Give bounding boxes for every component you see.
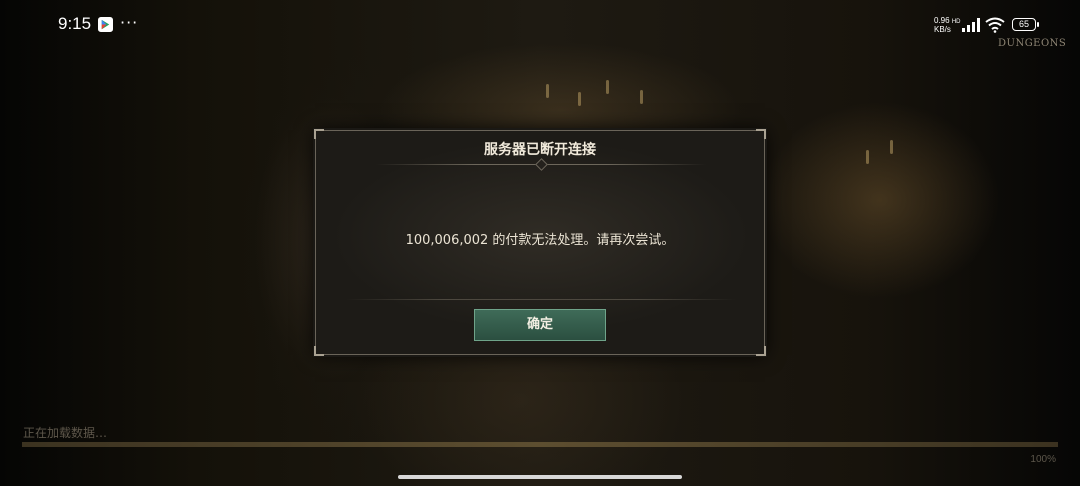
corner-ornament: [314, 346, 324, 356]
dialog-message: 100,006,002 的付款无法处理。请再次尝试。: [405, 233, 675, 248]
network-speed: 0.96 HD KB/s: [934, 16, 961, 34]
candle-decoration: [578, 92, 581, 106]
battery-icon: 65: [1012, 18, 1039, 31]
confirm-button[interactable]: 确定: [474, 309, 606, 341]
candle-decoration: [606, 80, 609, 94]
candle-decoration: [640, 90, 643, 104]
loading-progress-bar: [22, 442, 1058, 447]
loading-label: 正在加载数据…: [23, 426, 108, 440]
dialog-title: 服务器已断开连接: [484, 142, 596, 158]
wifi-icon: [985, 17, 1005, 33]
corner-ornament: [756, 346, 766, 356]
home-indicator[interactable]: [398, 475, 682, 479]
game-logo: DUNGEONS: [998, 38, 1067, 49]
corner-ornament: [756, 129, 766, 139]
diamond-ornament-icon: [535, 158, 548, 171]
play-store-icon: [98, 17, 113, 32]
disconnect-dialog: 服务器已断开连接 100,006,002 的付款无法处理。请再次尝试。 确定: [314, 129, 766, 356]
candle-decoration: [546, 84, 549, 98]
clock: 9:15: [58, 14, 92, 33]
status-bar: 9:15 ··· 0.96 HD KB/s 65: [0, 0, 1080, 50]
more-icon: ···: [120, 13, 139, 32]
candle-decoration: [866, 150, 869, 164]
candle-decoration: [890, 140, 893, 154]
signal-icon: [962, 18, 980, 32]
loading-progress-fill: [22, 442, 1058, 447]
corner-ornament: [314, 129, 324, 139]
loading-percent: 100%: [1030, 454, 1056, 465]
footer-divider: [346, 299, 736, 300]
